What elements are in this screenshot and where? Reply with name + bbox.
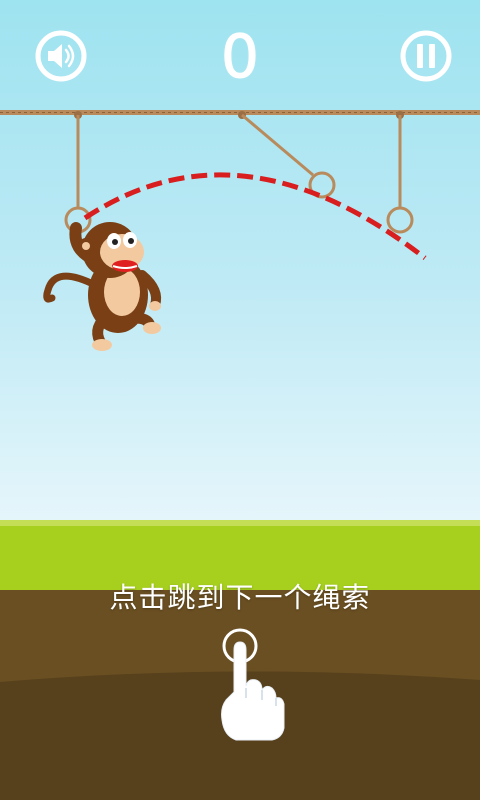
monkey-character [43,222,162,351]
sound-toggle-button[interactable] [35,30,87,82]
hanging-rope-3[interactable] [386,111,414,234]
grass-highlight [0,520,480,526]
tutorial-hint-text: 点击跳到下一个绳索 [109,581,371,614]
tap-hand-icon [221,628,285,741]
hanging-rope-1 [64,111,92,234]
score-counter: 0 [220,22,260,93]
pause-icon [400,30,452,82]
speaker-icon [35,30,87,82]
pause-button[interactable] [400,30,452,82]
